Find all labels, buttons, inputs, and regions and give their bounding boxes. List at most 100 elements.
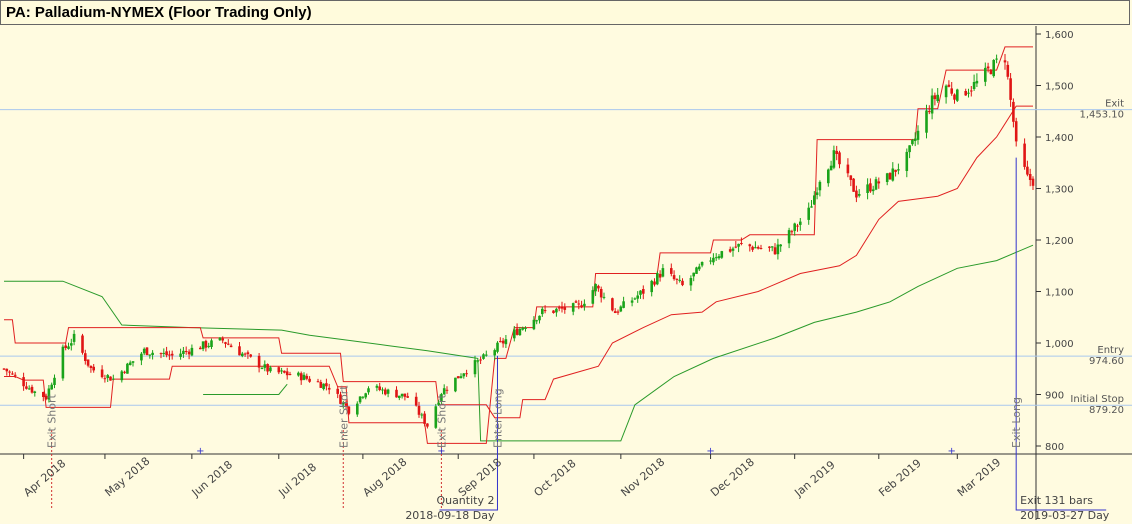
x-tick-label: Dec 2018 [708,455,757,499]
candle-body [855,190,858,198]
candle-body [709,260,712,262]
candle-body [417,405,421,415]
candle-body [395,389,398,398]
candle-body [187,351,191,355]
candle-body [246,352,250,355]
candle-body [207,345,210,347]
candle-body [67,346,70,349]
candle-body [260,368,264,370]
plot-area [0,26,1036,454]
y-tick-label: 1,000 [1045,339,1074,350]
candle-body [838,152,841,165]
candle-body [714,257,718,259]
candle-body [148,354,152,356]
candle-body [126,363,129,374]
candle-body [2,368,6,370]
exit-bars: Exit 131 bars [1020,494,1093,507]
candle-body [908,145,911,153]
signal-label: Exit Short [435,393,448,448]
candle-body [656,273,659,285]
candle-body [989,70,993,75]
y-tick-label: 1,200 [1045,236,1074,247]
candle-body [650,280,653,293]
candle-body [967,92,970,94]
candle-body [299,373,303,381]
candle-body [426,423,429,427]
x-tick-label: Apr 2018 [21,457,68,499]
candle-body [386,389,390,394]
candle-body [364,393,367,398]
candle-body [358,396,362,403]
candle-body [170,353,174,356]
candle-body [852,178,855,192]
y-tick-label: 800 [1045,442,1064,453]
candle-body [759,248,763,249]
candle-body [661,268,665,277]
candle-body [319,382,323,388]
candle-body [92,366,95,371]
candle-body [423,413,426,424]
candle-body [221,338,224,341]
candle-body [224,342,227,344]
candle-body [857,194,861,196]
candle-body [622,301,625,308]
candle-body [13,374,17,376]
candle-body [717,256,721,259]
candle-body [456,376,460,379]
candle-body [123,371,126,373]
candle-body [84,353,87,361]
chart[interactable]: Exit1,453.10 Entry974.60 Initial Stop879.2… [0,0,1132,524]
candle-body [944,85,948,98]
candle-body [420,414,424,416]
candle-body [406,396,409,398]
candle-body [263,364,267,368]
candle-body [288,374,292,375]
entry-date: 2018-09-18 Day [405,509,495,522]
candle-body [597,285,600,289]
x-tick-label: Mar 2019 [955,456,1003,500]
candle-body [695,267,698,274]
candle-body [874,179,878,190]
candle-body [479,359,482,361]
candle-body [25,386,28,389]
candle-body [885,173,889,182]
candle-body [266,364,269,372]
candle-body [846,164,850,174]
y-tick-label: 1,500 [1045,82,1074,93]
candle-body [515,328,519,335]
candle-body [1012,101,1015,122]
candle-body [210,340,213,347]
candle-body [521,327,524,330]
candle-body [972,82,976,89]
candle-body [633,298,637,300]
candle-body [639,290,642,295]
x-tick-label: Sep 2018 [456,456,504,500]
candle-body [499,341,502,343]
x-tick-label: Aug 2018 [360,455,409,499]
candle-body [367,388,370,393]
candle-body [327,387,331,390]
candle-body [681,280,684,286]
candle-body [636,295,639,299]
candle-body [829,165,833,171]
candle-body [1003,60,1007,63]
level-label: Entry [1097,345,1124,356]
candle-body [249,354,252,357]
candle-body [642,289,645,294]
candle-body [555,308,558,313]
candle-body [947,84,951,87]
candle-body [552,310,555,313]
candle-body [616,311,620,313]
level-value: 879.20 [1089,405,1124,416]
candle-body [953,94,956,100]
candle-body [27,388,31,390]
candle-body [151,352,154,355]
candle-body [894,169,897,172]
candle-body [599,289,603,298]
candle-body [72,333,76,342]
candle-body [128,362,132,365]
candle-body [442,388,446,395]
candle-body [493,350,496,356]
candle-body [700,262,704,266]
candle-body [1014,121,1018,142]
